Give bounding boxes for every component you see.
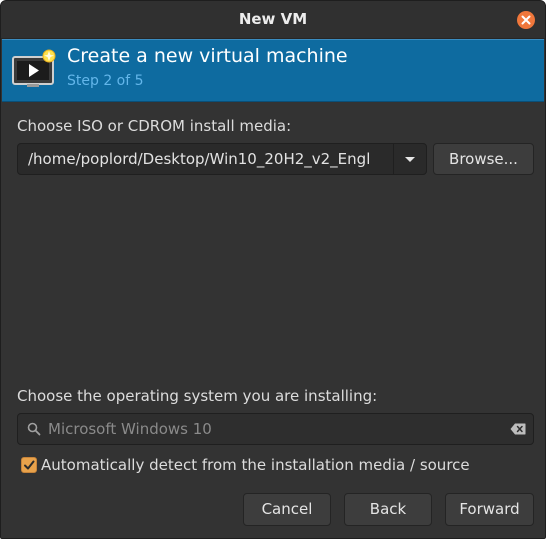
header-title: Create a new virtual machine [67,45,348,67]
back-button[interactable]: Back [344,493,432,526]
install-media-combobox[interactable]: /home/poplord/Desktop/Win10_20H2_v2_Engl [17,143,427,175]
virtual-machine-icon [12,49,56,87]
clear-search-icon[interactable] [510,423,526,435]
window-title: New VM [238,10,308,28]
dropdown-arrow-icon[interactable] [405,157,415,162]
autodetect-label[interactable]: Automatically detect from the installati… [41,456,470,474]
os-search-placeholder: Microsoft Windows 10 [48,420,212,438]
search-icon [27,422,41,436]
os-label: Choose the operating system you are inst… [17,387,378,405]
checkmark-icon [24,460,35,470]
titlebar: New VM [1,1,545,39]
forward-button[interactable]: Forward [445,493,534,526]
combobox-separator [393,144,394,174]
os-search-input[interactable]: Microsoft Windows 10 [17,413,534,445]
cancel-button[interactable]: Cancel [243,493,331,526]
close-button[interactable] [517,11,535,29]
step-indicator: Step 2 of 5 [67,73,144,89]
browse-button[interactable]: Browse... [433,143,534,175]
close-icon [521,15,531,25]
install-media-path[interactable]: /home/poplord/Desktop/Win10_20H2_v2_Engl [28,150,384,168]
new-vm-window: New VM Create a new virtual machine Step… [0,0,546,539]
install-media-label: Choose ISO or CDROM install media: [17,117,292,135]
autodetect-checkbox[interactable] [21,457,37,473]
wizard-header: Create a new virtual machine Step 2 of 5 [2,39,544,102]
